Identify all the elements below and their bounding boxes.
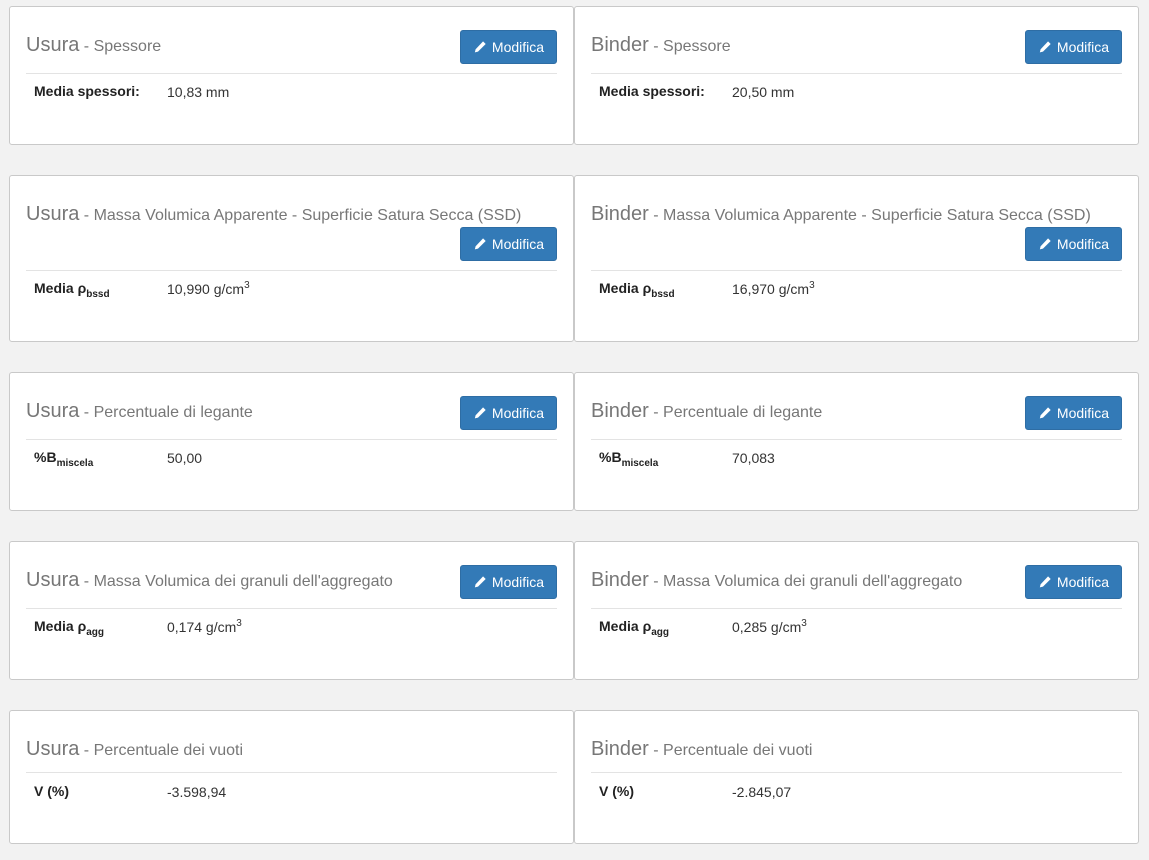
field-value: 0,285 g/cm3 bbox=[732, 618, 807, 635]
field-label: %Bmiscela bbox=[599, 449, 659, 469]
field-value: 10,990 g/cm3 bbox=[167, 280, 250, 297]
panel-title: Binder - Percentuale di legante bbox=[591, 400, 823, 422]
panel-title: Binder - Massa Volumica dei granuli dell… bbox=[591, 569, 963, 591]
modifica-button[interactable]: Modifica bbox=[460, 30, 557, 64]
panel-heading: Binder - Massa Volumica dei granuli dell… bbox=[591, 542, 1122, 609]
panel-title: Usura - Massa Volumica dei granuli dell'… bbox=[26, 569, 393, 591]
panel-usura-spessore: Usura - Spessore Modifica Media spessori… bbox=[9, 6, 574, 145]
modifica-button[interactable]: Modifica bbox=[1025, 227, 1122, 261]
layer-name: Usura bbox=[26, 569, 80, 591]
pencil-icon bbox=[474, 238, 486, 250]
modifica-button[interactable]: Modifica bbox=[460, 396, 557, 430]
layer-name: Binder bbox=[591, 738, 649, 760]
layer-name: Usura bbox=[26, 34, 80, 56]
layer-name: Binder bbox=[591, 34, 649, 56]
field-value: -2.845,07 bbox=[732, 784, 792, 800]
panel-usura-granuli: Usura - Massa Volumica dei granuli dell'… bbox=[9, 541, 574, 680]
field-value: 70,083 bbox=[732, 450, 775, 466]
panel-title: Usura - Percentuale dei vuoti bbox=[26, 738, 244, 760]
layer-name: Binder bbox=[591, 400, 649, 422]
field-label: Media ρagg bbox=[34, 618, 105, 638]
field-label: Media ρbssd bbox=[599, 280, 675, 300]
panel-title: Binder - Spessore bbox=[591, 34, 731, 56]
panel-binder-granuli: Binder - Massa Volumica dei granuli dell… bbox=[574, 541, 1139, 680]
modifica-button[interactable]: Modifica bbox=[460, 565, 557, 599]
panel-title: Usura - Spessore bbox=[26, 34, 162, 56]
panel-subtitle: Massa Volumica dei granuli dell'aggregat… bbox=[93, 573, 393, 590]
field-label: Media ρagg bbox=[599, 618, 670, 638]
layer-name: Binder bbox=[591, 203, 649, 225]
field-value: -3.598,94 bbox=[167, 784, 227, 800]
button-label: Modifica bbox=[1056, 39, 1110, 55]
button-label: Modifica bbox=[491, 39, 545, 55]
pencil-icon bbox=[474, 576, 486, 588]
panel-subtitle: Percentuale dei vuoti bbox=[93, 742, 244, 759]
panel-binder-ssd: Binder - Massa Volumica Apparente - Supe… bbox=[574, 175, 1139, 342]
pencil-icon bbox=[1039, 407, 1051, 419]
panel-subtitle: Percentuale dei vuoti bbox=[663, 742, 813, 759]
panel-heading: Usura - Massa Volumica dei granuli dell'… bbox=[26, 542, 557, 609]
pencil-icon bbox=[1039, 576, 1051, 588]
pencil-icon bbox=[1039, 238, 1051, 250]
panel-subtitle: Percentuale di legante bbox=[93, 404, 253, 421]
panel-heading: Usura - Percentuale dei vuoti bbox=[26, 711, 557, 773]
panel-heading: Usura - Massa Volumica Apparente - Super… bbox=[26, 176, 557, 271]
field-label: V (%) bbox=[34, 783, 69, 799]
field-value: 0,174 g/cm3 bbox=[167, 618, 242, 635]
field-label: %Bmiscela bbox=[34, 449, 94, 469]
panel-title: Binder - Massa Volumica Apparente - Supe… bbox=[591, 203, 1091, 225]
modifica-button[interactable]: Modifica bbox=[1025, 396, 1122, 430]
panel-title: Binder - Percentuale dei vuoti bbox=[591, 738, 813, 760]
field-label: V (%) bbox=[599, 783, 634, 799]
pencil-icon bbox=[474, 41, 486, 53]
modifica-button[interactable]: Modifica bbox=[1025, 565, 1122, 599]
button-label: Modifica bbox=[491, 574, 545, 590]
panel-usura-legante: Usura - Percentuale di legante Modifica … bbox=[9, 372, 574, 511]
layer-name: Binder bbox=[591, 569, 649, 591]
layer-name: Usura bbox=[26, 203, 80, 225]
panel-title: Usura - Massa Volumica Apparente - Super… bbox=[26, 203, 522, 225]
panel-binder-legante: Binder - Percentuale di legante Modifica… bbox=[574, 372, 1139, 511]
panel-subtitle: Spessore bbox=[663, 38, 731, 55]
modifica-button[interactable]: Modifica bbox=[1025, 30, 1122, 64]
panel-heading: Binder - Percentuale dei vuoti bbox=[591, 711, 1122, 773]
panel-subtitle: Massa Volumica dei granuli dell'aggregat… bbox=[663, 573, 963, 590]
field-label: Media ρbssd bbox=[34, 280, 110, 300]
button-label: Modifica bbox=[491, 405, 545, 421]
panel-subtitle: Massa Volumica Apparente - Superficie Sa… bbox=[663, 207, 1091, 224]
panel-binder-vuoti: Binder - Percentuale dei vuoti V (%) -2.… bbox=[574, 710, 1139, 844]
panel-subtitle: Spessore bbox=[93, 38, 162, 55]
button-label: Modifica bbox=[1056, 405, 1110, 421]
panel-heading: Binder - Spessore Modifica bbox=[591, 7, 1122, 74]
panel-heading: Binder - Percentuale di legante Modifica bbox=[591, 373, 1122, 440]
button-label: Modifica bbox=[491, 236, 545, 252]
panel-usura-vuoti: Usura - Percentuale dei vuoti V (%) -3.5… bbox=[9, 710, 574, 844]
panel-binder-spessore: Binder - Spessore Modifica Media spessor… bbox=[574, 6, 1139, 145]
field-label: Media spessori: bbox=[599, 83, 705, 99]
panel-usura-ssd: Usura - Massa Volumica Apparente - Super… bbox=[9, 175, 574, 342]
layer-name: Usura bbox=[26, 400, 80, 422]
panel-heading: Usura - Spessore Modifica bbox=[26, 7, 557, 74]
button-label: Modifica bbox=[1056, 236, 1110, 252]
modifica-button[interactable]: Modifica bbox=[460, 227, 557, 261]
field-label: Media spessori: bbox=[34, 83, 140, 99]
panel-subtitle: Percentuale di legante bbox=[663, 404, 823, 421]
pencil-icon bbox=[474, 407, 486, 419]
field-value: 16,970 g/cm3 bbox=[732, 280, 815, 297]
button-label: Modifica bbox=[1056, 574, 1110, 590]
pencil-icon bbox=[1039, 41, 1051, 53]
layer-name: Usura bbox=[26, 738, 80, 760]
panel-heading: Binder - Massa Volumica Apparente - Supe… bbox=[591, 176, 1122, 271]
panel-heading: Usura - Percentuale di legante Modifica bbox=[26, 373, 557, 440]
field-value: 10,83 mm bbox=[167, 84, 230, 100]
field-value: 50,00 bbox=[167, 450, 203, 466]
panel-title: Usura - Percentuale di legante bbox=[26, 400, 253, 422]
panel-subtitle: Massa Volumica Apparente - Superficie Sa… bbox=[93, 207, 522, 224]
field-value: 20,50 mm bbox=[732, 84, 795, 100]
